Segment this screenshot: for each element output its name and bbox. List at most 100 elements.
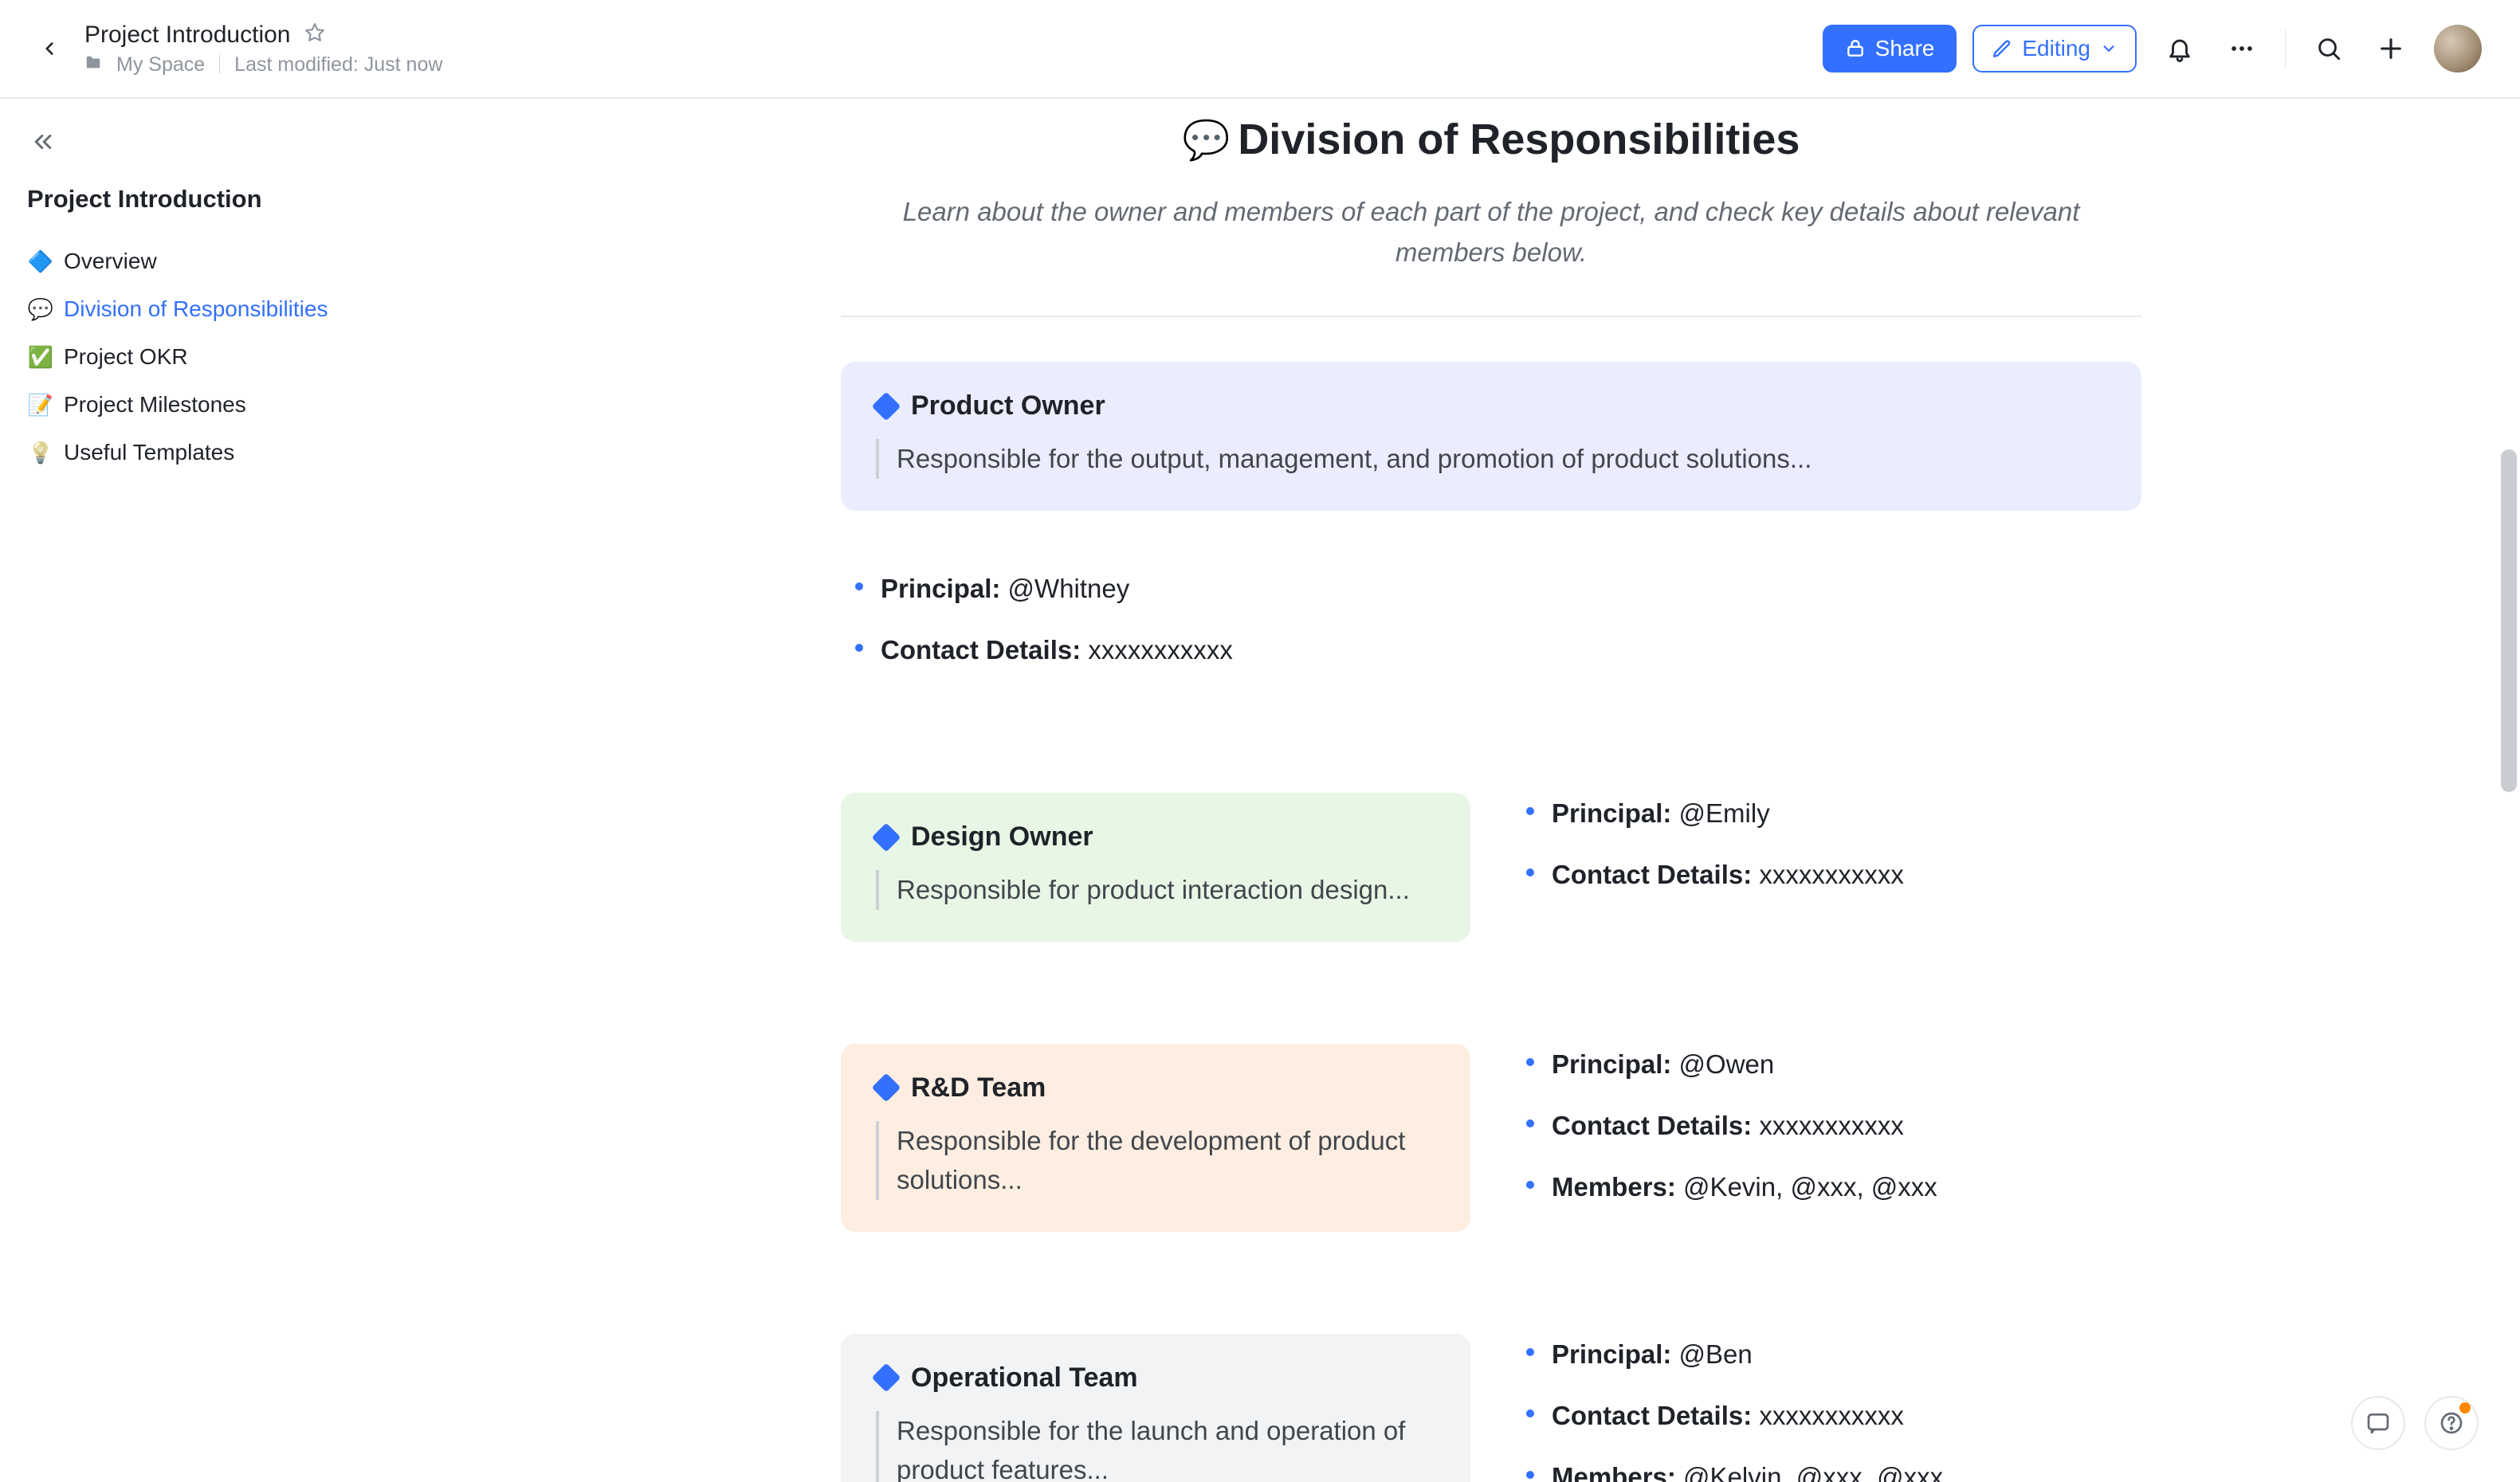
callout-rnd-team: R&D Team Responsible for the development… <box>841 1044 1470 1232</box>
bullet-label: Contact Details: <box>1552 860 1752 889</box>
bullet-label: Members: <box>1552 1462 1676 1482</box>
callout-title: R&D Team <box>911 1072 1046 1104</box>
more-button[interactable] <box>2223 29 2261 68</box>
back-button[interactable] <box>32 31 67 66</box>
callout-body: Responsible for product interaction desi… <box>876 870 1435 910</box>
comment-icon <box>2365 1410 2391 1436</box>
list-item: Principal: @Emily <box>1552 793 2141 833</box>
toc-item-okr[interactable]: ✅ Project OKR <box>27 333 494 381</box>
diamond-icon <box>872 822 901 852</box>
bullet-value: xxxxxxxxxxx <box>1752 1111 1904 1140</box>
help-button[interactable] <box>2424 1396 2479 1450</box>
bell-icon <box>2166 35 2193 62</box>
bullet-label: Members: <box>1552 1172 1676 1202</box>
list-item: Contact Details: xxxxxxxxxxx <box>1552 1395 2141 1436</box>
row-rnd-team: R&D Team Responsible for the development… <box>841 1044 2141 1232</box>
help-icon <box>2439 1410 2464 1436</box>
search-button[interactable] <box>2310 29 2348 68</box>
comments-button[interactable] <box>2351 1396 2405 1450</box>
callout-product-owner: Product Owner Responsible for the output… <box>841 362 2141 511</box>
callout-body: Responsible for the output, management, … <box>876 439 2106 479</box>
notifications-button[interactable] <box>2161 29 2199 68</box>
bullet-label: Contact Details: <box>1552 1111 1752 1140</box>
double-chevron-left-icon <box>31 130 55 154</box>
editing-mode-button[interactable]: Editing <box>1972 25 2137 73</box>
outline-sidebar: Project Introduction 🔷 Overview 💬 Divisi… <box>0 99 494 1482</box>
user-avatar[interactable] <box>2434 25 2482 73</box>
bullet-value: @Kelvin, @xxx, @xxx <box>1676 1462 1943 1482</box>
list-item: Contact Details: xxxxxxxxxxx <box>1552 1105 2141 1146</box>
scrollbar-thumb[interactable] <box>2501 449 2517 792</box>
bullet-label: Contact Details: <box>1552 1401 1752 1430</box>
ellipsis-icon <box>2228 35 2255 62</box>
callout-title: Product Owner <box>911 390 1105 421</box>
diamond-icon <box>872 391 901 421</box>
list-item: Members: @Kelvin, @xxx, @xxx <box>1552 1457 2141 1482</box>
share-button[interactable]: Share <box>1823 25 1957 73</box>
callout-body: Responsible for the development of produ… <box>876 1121 1435 1200</box>
speech-bubble-icon: 💬 <box>27 297 54 322</box>
share-icon <box>1845 38 1866 59</box>
bullet-label: Contact Details: <box>881 635 1081 665</box>
editing-mode-label: Editing <box>2022 36 2090 61</box>
list-item: Principal: @Whitney <box>881 568 2141 609</box>
toc-label: Project OKR <box>64 344 188 370</box>
chevron-left-icon <box>39 38 60 59</box>
callout-title: Design Owner <box>911 821 1093 853</box>
toc-title: Project Introduction <box>27 185 494 214</box>
row-design-owner: Design Owner Responsible for product int… <box>841 793 2141 942</box>
operational-team-details: Principal: @Ben Contact Details: xxxxxxx… <box>1512 1334 2141 1482</box>
notification-dot-icon <box>2459 1402 2471 1413</box>
callout-title: Operational Team <box>911 1362 1138 1394</box>
product-owner-details: Principal: @Whitney Contact Details: xxx… <box>841 568 2141 670</box>
toc-item-templates[interactable]: 💡 Useful Templates <box>27 429 494 476</box>
bullet-value: @Ben <box>1671 1339 1752 1369</box>
bullet-value: @Owen <box>1671 1049 1774 1079</box>
row-operational-team: Operational Team Responsible for the lau… <box>841 1334 2141 1482</box>
pencil-icon <box>1992 38 2012 59</box>
title-block: Project Introduction My Space Last modif… <box>84 22 442 76</box>
topbar-separator <box>2285 29 2286 68</box>
checkmark-icon: ✅ <box>27 345 54 370</box>
toc-item-division[interactable]: 💬 Division of Responsibilities <box>27 285 494 333</box>
bullet-value: @Kevin, @xxx, @xxx <box>1676 1172 1937 1202</box>
toc-item-overview[interactable]: 🔷 Overview <box>27 237 494 285</box>
memo-icon: 📝 <box>27 393 54 418</box>
lightbulb-icon: 💡 <box>27 441 54 465</box>
document-title[interactable]: Project Introduction <box>84 22 290 49</box>
last-modified-text: Last modified: Just now <box>234 53 442 76</box>
toc-label: Overview <box>64 249 157 274</box>
bullet-value: xxxxxxxxxxx <box>1081 635 1233 665</box>
design-owner-details: Principal: @Emily Contact Details: xxxxx… <box>1512 793 2141 915</box>
folder-icon <box>84 54 102 76</box>
document-column: 💬 Division of Responsibilities Learn abo… <box>841 99 2141 1482</box>
breadcrumb-space[interactable]: My Space <box>116 53 205 76</box>
collapse-sidebar-button[interactable] <box>27 126 59 158</box>
bullet-label: Principal: <box>1552 1339 1671 1369</box>
share-label: Share <box>1875 36 1935 61</box>
new-button[interactable] <box>2372 29 2410 68</box>
toc-label: Division of Responsibilities <box>64 296 328 322</box>
toc-item-milestones[interactable]: 📝 Project Milestones <box>27 381 494 429</box>
star-icon[interactable] <box>304 22 325 47</box>
diamond-icon: 🔷 <box>27 249 54 274</box>
search-icon <box>2315 35 2342 62</box>
list-item: Principal: @Ben <box>1552 1334 2141 1374</box>
page-heading-text: Division of Responsibilities <box>1238 115 1800 164</box>
document-scroll-area[interactable]: 💬 Division of Responsibilities Learn abo… <box>494 99 2520 1482</box>
list-item: Contact Details: xxxxxxxxxxx <box>1552 854 2141 895</box>
list-item: Members: @Kevin, @xxx, @xxx <box>1552 1166 2141 1207</box>
divider <box>841 316 2141 317</box>
list-item: Contact Details: xxxxxxxxxxx <box>881 629 2141 670</box>
diamond-icon <box>872 1363 901 1393</box>
bullet-label: Principal: <box>881 574 1000 603</box>
page-heading: 💬 Division of Responsibilities <box>841 115 2141 164</box>
callout-operational-team: Operational Team Responsible for the lau… <box>841 1334 1470 1482</box>
speech-bubble-icon: 💬 <box>1183 117 1231 163</box>
bullet-label: Principal: <box>1552 1049 1671 1079</box>
scrollbar-track[interactable] <box>2499 99 2517 1482</box>
top-bar: Project Introduction My Space Last modif… <box>0 0 2520 99</box>
chevron-down-icon <box>2100 40 2118 57</box>
bullet-value: xxxxxxxxxxx <box>1752 1401 1904 1430</box>
bullet-value: @Whitney <box>1000 574 1129 603</box>
